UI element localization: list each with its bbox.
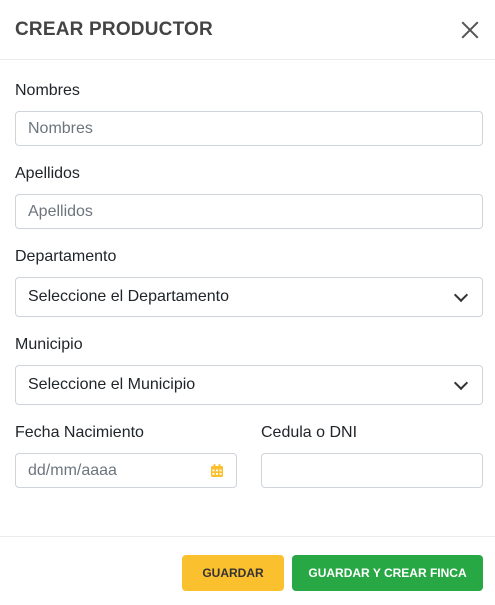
cedula-input[interactable] bbox=[261, 453, 483, 488]
modal-title: CREAR PRODUCTOR bbox=[15, 18, 213, 40]
apellidos-input[interactable] bbox=[15, 194, 483, 229]
nombres-group: Nombres bbox=[15, 82, 483, 146]
fecha-group: Fecha Nacimiento dd/mm/aaaa bbox=[15, 424, 237, 488]
municipio-select[interactable]: Seleccione el Municipio bbox=[15, 365, 483, 405]
cedula-group: Cedula o DNI bbox=[261, 424, 483, 488]
nombres-label: Nombres bbox=[15, 82, 80, 99]
departamento-select[interactable]: Seleccione el Departamento bbox=[15, 277, 483, 317]
municipio-label: Municipio bbox=[15, 336, 83, 353]
fecha-placeholder: dd/mm/aaaa bbox=[28, 461, 117, 479]
fecha-label: Fecha Nacimiento bbox=[15, 424, 144, 441]
departamento-group: Departamento Seleccione el Departamento bbox=[15, 248, 483, 317]
create-producer-modal: CREAR PRODUCTOR Nombres Apellidos Depart… bbox=[0, 0, 495, 604]
municipio-selected: Seleccione el Municipio bbox=[28, 376, 196, 393]
departamento-selected: Seleccione el Departamento bbox=[28, 288, 230, 305]
modal-header: CREAR PRODUCTOR bbox=[0, 0, 495, 60]
date-dni-row: Fecha Nacimiento dd/mm/aaaa Cedula o DNI bbox=[15, 424, 483, 488]
departamento-label: Departamento bbox=[15, 248, 117, 265]
apellidos-group: Apellidos bbox=[15, 165, 483, 229]
save-and-create-farm-button[interactable]: GUARDAR Y CREAR FINCA bbox=[292, 555, 483, 591]
modal-body: Nombres Apellidos Departamento Seleccion… bbox=[0, 60, 495, 488]
close-icon[interactable] bbox=[459, 19, 481, 41]
chevron-down-icon bbox=[453, 287, 469, 303]
calendar-icon[interactable] bbox=[210, 463, 224, 478]
save-button[interactable]: GUARDAR bbox=[182, 555, 284, 591]
nombres-input[interactable] bbox=[15, 111, 483, 146]
chevron-down-icon bbox=[453, 375, 469, 391]
cedula-label: Cedula o DNI bbox=[261, 424, 358, 441]
modal-footer: GUARDAR GUARDAR Y CREAR FINCA bbox=[0, 536, 495, 605]
municipio-group: Municipio Seleccione el Municipio bbox=[15, 336, 483, 405]
apellidos-label: Apellidos bbox=[15, 165, 80, 182]
fecha-input[interactable]: dd/mm/aaaa bbox=[15, 453, 237, 488]
